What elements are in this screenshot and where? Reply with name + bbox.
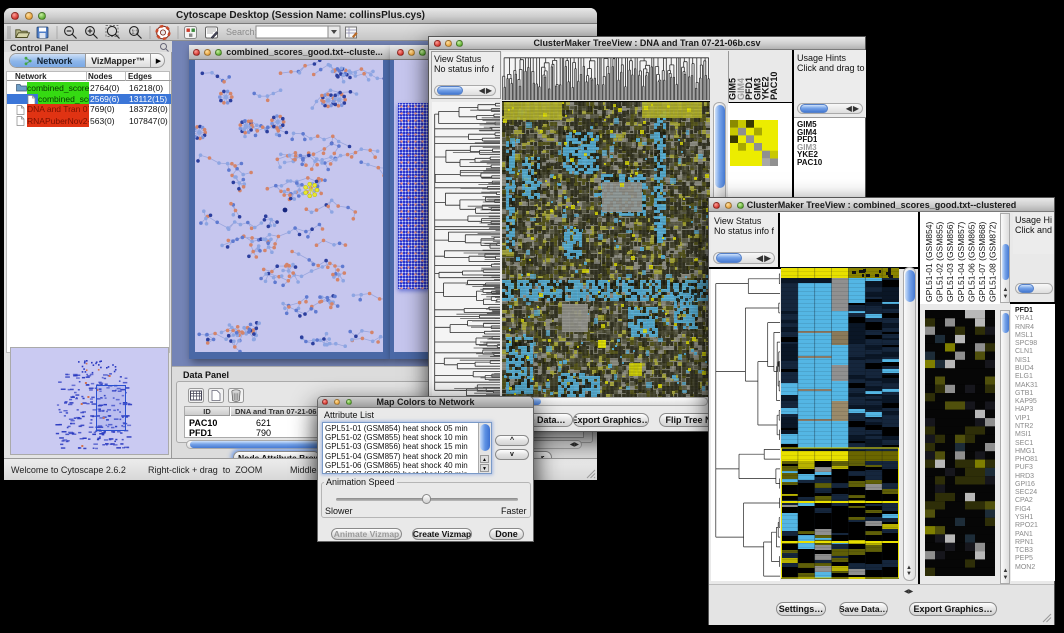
svg-text:GPL51-07 (GSM868): GPL51-07 (GSM868) [977, 222, 987, 302]
svg-text:GPL51-02 (GSM855): GPL51-02 (GSM855) [935, 222, 945, 302]
svg-text:GPL51-06 (GSM865): GPL51-06 (GSM865) [966, 222, 976, 302]
svg-text:GPL51-03 (GSM856): GPL51-03 (GSM856) [945, 222, 955, 302]
svg-text:Search:: Search: [226, 27, 257, 37]
svg-text:PAC10: PAC10 [769, 72, 779, 100]
svg-text:GPL51-04 (GSM857): GPL51-04 (GSM857) [956, 222, 966, 302]
svg-text:GPL51-01 (GSM854): GPL51-01 (GSM854) [924, 222, 934, 302]
svg-text:1:1: 1:1 [132, 30, 139, 36]
svg-text:GPL51-08 (GSM872): GPL51-08 (GSM872) [988, 222, 998, 302]
